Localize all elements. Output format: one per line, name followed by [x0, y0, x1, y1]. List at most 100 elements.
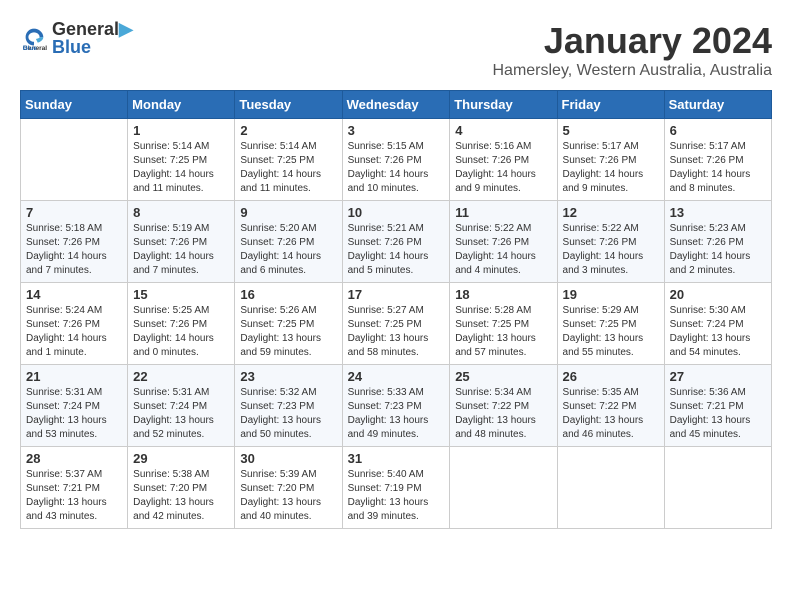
cell-info: Sunrise: 5:33 AM Sunset: 7:23 PM Dayligh…: [348, 386, 445, 442]
day-number: 25: [455, 369, 551, 384]
calendar-day-header: Saturday: [664, 91, 771, 119]
cell-info: Sunrise: 5:22 AM Sunset: 7:26 PM Dayligh…: [455, 222, 551, 278]
day-number: 22: [133, 369, 229, 384]
cell-info: Sunrise: 5:24 AM Sunset: 7:26 PM Dayligh…: [26, 304, 122, 360]
day-number: 21: [26, 369, 122, 384]
day-number: 1: [133, 123, 229, 138]
calendar-cell: [557, 447, 664, 529]
logo-blue: Blue: [52, 38, 133, 56]
calendar-cell: 26Sunrise: 5:35 AM Sunset: 7:22 PM Dayli…: [557, 365, 664, 447]
calendar-cell: 18 Sunrise: 5:28 AM Sunset: 7:25 PM Dayli…: [450, 283, 557, 365]
cell-info: Sunrise: 5:36 AM Sunset: 7:21 PM Dayligh…: [670, 386, 766, 442]
cell-info: Sunrise: 5:30 AM Sunset: 7:24 PM Dayligh…: [670, 304, 766, 360]
cell-info: Sunrise: 5:28 AM Sunset: 7:25 PM Dayligh…: [455, 304, 551, 360]
day-number: 19: [563, 287, 659, 302]
cell-info: Sunrise: 5:32 AM Sunset: 7:23 PM Dayligh…: [240, 386, 336, 442]
day-number: 20: [670, 287, 766, 302]
calendar-table: SundayMondayTuesdayWednesdayThursdayFrid…: [20, 90, 772, 529]
cell-info: Sunrise: 5:17 AM Sunset: 7:26 PM Dayligh…: [670, 140, 766, 196]
calendar-cell: 12 Sunrise: 5:22 AM Sunset: 7:26 PM Dayli…: [557, 201, 664, 283]
calendar-week-row: 28 Sunrise: 5:37 AM Sunset: 7:21 PM Dayli…: [21, 447, 772, 529]
calendar-cell: 3 Sunrise: 5:15 AM Sunset: 7:26 PM Daylig…: [342, 119, 450, 201]
calendar-week-row: 7 Sunrise: 5:18 AM Sunset: 7:26 PM Daylig…: [21, 201, 772, 283]
cell-info: Sunrise: 5:17 AM Sunset: 7:26 PM Dayligh…: [563, 140, 659, 196]
day-number: 29: [133, 451, 229, 466]
cell-info: Sunrise: 5:38 AM Sunset: 7:20 PM Dayligh…: [133, 468, 229, 524]
logo-bird-icon: ▶: [119, 19, 133, 39]
day-number: 12: [563, 205, 659, 220]
logo-icon: General Blue: [20, 24, 48, 52]
cell-info: Sunrise: 5:20 AM Sunset: 7:26 PM Dayligh…: [240, 222, 336, 278]
day-number: 16: [240, 287, 336, 302]
cell-info: Sunrise: 5:15 AM Sunset: 7:26 PM Dayligh…: [348, 140, 445, 196]
month-title: January 2024: [492, 20, 772, 62]
cell-info: Sunrise: 5:29 AM Sunset: 7:25 PM Dayligh…: [563, 304, 659, 360]
cell-info: Sunrise: 5:37 AM Sunset: 7:21 PM Dayligh…: [26, 468, 122, 524]
calendar-day-header: Monday: [128, 91, 235, 119]
title-block: January 2024 Hamersley, Western Australi…: [492, 20, 772, 80]
calendar-cell: 13Sunrise: 5:23 AM Sunset: 7:26 PM Dayli…: [664, 201, 771, 283]
cell-info: Sunrise: 5:26 AM Sunset: 7:25 PM Dayligh…: [240, 304, 336, 360]
calendar-cell: [450, 447, 557, 529]
day-number: 31: [348, 451, 445, 466]
calendar-cell: 29 Sunrise: 5:38 AM Sunset: 7:20 PM Dayli…: [128, 447, 235, 529]
cell-info: Sunrise: 5:39 AM Sunset: 7:20 PM Dayligh…: [240, 468, 336, 524]
cell-info: Sunrise: 5:18 AM Sunset: 7:26 PM Dayligh…: [26, 222, 122, 278]
day-number: 9: [240, 205, 336, 220]
calendar-cell: 25 Sunrise: 5:34 AM Sunset: 7:22 PM Dayli…: [450, 365, 557, 447]
cell-info: Sunrise: 5:21 AM Sunset: 7:26 PM Dayligh…: [348, 222, 445, 278]
calendar-day-header: Tuesday: [235, 91, 342, 119]
day-number: 28: [26, 451, 122, 466]
day-number: 24: [348, 369, 445, 384]
calendar-cell: 30Sunrise: 5:39 AM Sunset: 7:20 PM Dayli…: [235, 447, 342, 529]
calendar-cell: 6Sunrise: 5:17 AM Sunset: 7:26 PM Daylig…: [664, 119, 771, 201]
cell-info: Sunrise: 5:25 AM Sunset: 7:26 PM Dayligh…: [133, 304, 229, 360]
day-number: 23: [240, 369, 336, 384]
cell-info: Sunrise: 5:31 AM Sunset: 7:24 PM Dayligh…: [26, 386, 122, 442]
cell-info: Sunrise: 5:16 AM Sunset: 7:26 PM Dayligh…: [455, 140, 551, 196]
day-number: 17: [348, 287, 445, 302]
calendar-cell: 23 Sunrise: 5:32 AM Sunset: 7:23 PM Dayli…: [235, 365, 342, 447]
calendar-cell: 20 Sunrise: 5:30 AM Sunset: 7:24 PM Dayli…: [664, 283, 771, 365]
calendar-cell: 2Sunrise: 5:14 AM Sunset: 7:25 PM Daylig…: [235, 119, 342, 201]
calendar-cell: 24 Sunrise: 5:33 AM Sunset: 7:23 PM Dayli…: [342, 365, 450, 447]
logo-text: General▶ Blue: [52, 20, 133, 56]
calendar-cell: 7 Sunrise: 5:18 AM Sunset: 7:26 PM Daylig…: [21, 201, 128, 283]
day-number: 18: [455, 287, 551, 302]
calendar-cell: 15Sunrise: 5:25 AM Sunset: 7:26 PM Dayli…: [128, 283, 235, 365]
calendar-cell: 19 Sunrise: 5:29 AM Sunset: 7:25 PM Dayli…: [557, 283, 664, 365]
calendar-cell: 22 Sunrise: 5:31 AM Sunset: 7:24 PM Dayli…: [128, 365, 235, 447]
calendar-header-row: SundayMondayTuesdayWednesdayThursdayFrid…: [21, 91, 772, 119]
calendar-cell: 10 Sunrise: 5:21 AM Sunset: 7:26 PM Dayli…: [342, 201, 450, 283]
calendar-cell: 5 Sunrise: 5:17 AM Sunset: 7:26 PM Daylig…: [557, 119, 664, 201]
logo-general: General: [52, 19, 119, 39]
calendar-week-row: 21 Sunrise: 5:31 AM Sunset: 7:24 PM Dayli…: [21, 365, 772, 447]
cell-info: Sunrise: 5:31 AM Sunset: 7:24 PM Dayligh…: [133, 386, 229, 442]
logo: General Blue General▶ Blue: [20, 20, 133, 56]
calendar-day-header: Friday: [557, 91, 664, 119]
day-number: 5: [563, 123, 659, 138]
calendar-day-header: Sunday: [21, 91, 128, 119]
calendar-day-header: Wednesday: [342, 91, 450, 119]
day-number: 26: [563, 369, 659, 384]
calendar-cell: 27 Sunrise: 5:36 AM Sunset: 7:21 PM Dayli…: [664, 365, 771, 447]
cell-info: Sunrise: 5:19 AM Sunset: 7:26 PM Dayligh…: [133, 222, 229, 278]
calendar-cell: 1 Sunrise: 5:14 AM Sunset: 7:25 PM Daylig…: [128, 119, 235, 201]
day-number: 4: [455, 123, 551, 138]
location-title: Hamersley, Western Australia, Australia: [492, 62, 772, 80]
cell-info: Sunrise: 5:22 AM Sunset: 7:26 PM Dayligh…: [563, 222, 659, 278]
calendar-cell: 21 Sunrise: 5:31 AM Sunset: 7:24 PM Dayli…: [21, 365, 128, 447]
cell-info: Sunrise: 5:34 AM Sunset: 7:22 PM Dayligh…: [455, 386, 551, 442]
day-number: 11: [455, 205, 551, 220]
cell-info: Sunrise: 5:14 AM Sunset: 7:25 PM Dayligh…: [133, 140, 229, 196]
cell-info: Sunrise: 5:40 AM Sunset: 7:19 PM Dayligh…: [348, 468, 445, 524]
calendar-cell: 11 Sunrise: 5:22 AM Sunset: 7:26 PM Dayli…: [450, 201, 557, 283]
day-number: 7: [26, 205, 122, 220]
calendar-cell: 17Sunrise: 5:27 AM Sunset: 7:25 PM Dayli…: [342, 283, 450, 365]
day-number: 3: [348, 123, 445, 138]
calendar-cell: 16 Sunrise: 5:26 AM Sunset: 7:25 PM Dayli…: [235, 283, 342, 365]
day-number: 27: [670, 369, 766, 384]
day-number: 10: [348, 205, 445, 220]
cell-info: Sunrise: 5:23 AM Sunset: 7:26 PM Dayligh…: [670, 222, 766, 278]
calendar-cell: 14Sunrise: 5:24 AM Sunset: 7:26 PM Dayli…: [21, 283, 128, 365]
